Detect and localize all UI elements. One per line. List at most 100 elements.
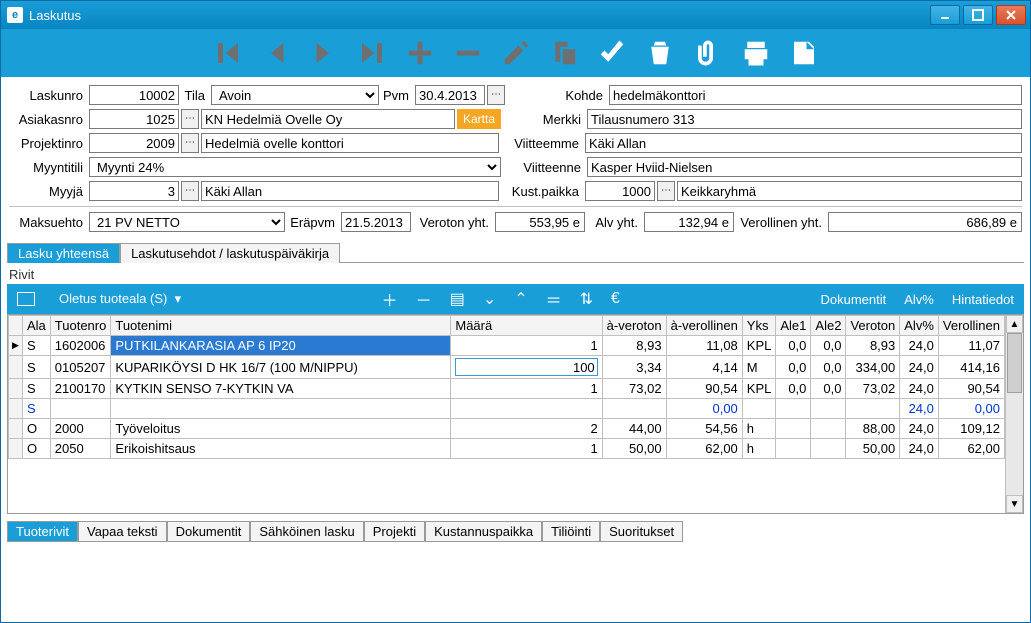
col-veroton[interactable]: Veroton	[846, 316, 900, 336]
tab-dokumentit[interactable]: Dokumentit	[167, 521, 251, 542]
myyja-nro-input[interactable]	[89, 181, 179, 201]
merkki-input[interactable]	[587, 109, 1022, 129]
col-averollinen[interactable]: à-verollinen	[666, 316, 742, 336]
row-list-icon[interactable]: ▤	[450, 289, 465, 309]
rows-grid[interactable]: Ala Tuotenro Tuotenimi Määrä à-veroton à…	[8, 315, 1005, 513]
grid-scrollbar[interactable]: ▲ ▼	[1005, 315, 1023, 513]
print-button[interactable]	[741, 38, 771, 68]
maksuehto-select[interactable]: 21 PV NETTO	[89, 212, 285, 232]
main-toolbar	[1, 29, 1030, 77]
maximize-button[interactable]	[963, 5, 993, 25]
maara-edit-input[interactable]	[455, 358, 597, 376]
remove-button[interactable]	[453, 38, 483, 68]
tab-tuoterivit[interactable]: Tuoterivit	[7, 521, 78, 542]
tab-laskutusehdot[interactable]: Laskutusehdot / laskutuspäiväkirja	[120, 243, 340, 263]
kohde-input[interactable]	[609, 85, 1022, 105]
export-button[interactable]	[789, 38, 819, 68]
tila-select[interactable]: Avoin	[211, 85, 379, 105]
table-row[interactable]: S1602006PUTKILANKARASIA AP 6 IP2018,9311…	[9, 336, 1005, 356]
tab-vapaa-teksti[interactable]: Vapaa teksti	[78, 521, 167, 542]
window-title: Laskutus	[29, 8, 930, 23]
projekti-name-input[interactable]	[201, 133, 499, 153]
tab-tiliointi[interactable]: Tiliöinti	[542, 521, 600, 542]
table-row[interactable]: S2100170KYTKIN SENSO 7-KYTKIN VA173,0290…	[9, 379, 1005, 399]
oletus-tuoteala-dropdown[interactable]: Oletus tuoteala (S) ▾	[59, 291, 181, 307]
col-averoton[interactable]: à-veroton	[602, 316, 666, 336]
summary-tabs: Lasku yhteensä Laskutusehdot / laskutusp…	[7, 242, 1024, 262]
asiakas-name-input[interactable]	[201, 109, 455, 129]
asiakasnro-label: Asiakasnro	[9, 112, 87, 127]
col-maara[interactable]: Määrä	[451, 316, 602, 336]
row-remove-button[interactable]: －	[416, 287, 432, 311]
col-ala[interactable]: Ala	[23, 316, 51, 336]
confirm-button[interactable]	[597, 38, 627, 68]
myyja-name-input[interactable]	[201, 181, 499, 201]
laskunro-input[interactable]	[89, 85, 179, 105]
table-row[interactable]: O2050Erikoishitsaus150,0062,00h50,0024,0…	[9, 439, 1005, 459]
viitteemme-input[interactable]	[585, 133, 1022, 153]
col-tuotenro[interactable]: Tuotenro	[50, 316, 111, 336]
tab-lasku-yhteensa[interactable]: Lasku yhteensä	[7, 243, 120, 263]
add-button[interactable]	[405, 38, 435, 68]
table-row[interactable]: S0,0024,00,00	[9, 399, 1005, 419]
scroll-up-button[interactable]: ▲	[1006, 315, 1023, 333]
myyja-lookup-button[interactable]: ⋯	[181, 181, 199, 201]
attach-button[interactable]	[693, 38, 723, 68]
merkki-label: Merkki	[503, 112, 585, 127]
tab-suoritukset[interactable]: Suoritukset	[600, 521, 683, 542]
app-window: e Laskutus Laskunro Tila Avoin Pvm	[0, 0, 1031, 623]
tab-projekti[interactable]: Projekti	[364, 521, 425, 542]
rows-dokumentit-link[interactable]: Dokumentit	[820, 292, 886, 307]
row-equals-button[interactable]: ＝	[546, 287, 562, 311]
rows-hintatiedot-link[interactable]: Hintatiedot	[952, 292, 1014, 307]
rows-toolbar: Oletus tuoteala (S) ▾ ＋ － ▤ ⌄ ⌃ ＝ ⇅ € Do…	[7, 284, 1024, 314]
asiakasnro-lookup-button[interactable]: ⋯	[181, 109, 199, 129]
prev-record-button[interactable]	[261, 38, 291, 68]
table-row[interactable]: O2000Työveloitus244,0054,56h88,0024,0109…	[9, 419, 1005, 439]
row-euro-button[interactable]: €	[611, 290, 620, 308]
verollinenyht-value: 686,89 e	[828, 212, 1022, 232]
rows-alv-link[interactable]: Alv%	[904, 292, 934, 307]
asiakasnro-input[interactable]	[89, 109, 179, 129]
tab-kustannuspaikka[interactable]: Kustannuspaikka	[425, 521, 542, 542]
rows-grid-wrap: Ala Tuotenro Tuotenimi Määrä à-veroton à…	[7, 314, 1024, 514]
table-row[interactable]: S0105207KUPARIKÖYSI D HK 16/7 (100 M/NIP…	[9, 356, 1005, 379]
row-add-button[interactable]: ＋	[382, 287, 398, 311]
kartta-button[interactable]: Kartta	[457, 109, 501, 129]
erapvm-input[interactable]	[341, 212, 411, 232]
row-down-button[interactable]: ⌄	[483, 289, 496, 309]
verollinenyht-label: Verollinen yht.	[736, 215, 826, 230]
tab-sahkoinen-lasku[interactable]: Sähköinen lasku	[250, 521, 363, 542]
kustpaikka-lookup-button[interactable]: ⋯	[657, 181, 675, 201]
alvyht-label: Alv yht.	[587, 215, 642, 230]
row-sort-button[interactable]: ⇅	[580, 289, 593, 309]
pvm-picker-button[interactable]: ⋯	[487, 85, 505, 105]
scroll-down-button[interactable]: ▼	[1006, 495, 1023, 513]
col-ale1[interactable]: Ale1	[776, 316, 811, 336]
col-yks[interactable]: Yks	[742, 316, 776, 336]
grid-header-row: Ala Tuotenro Tuotenimi Määrä à-veroton à…	[9, 316, 1005, 336]
kustpaikka-name-input[interactable]	[677, 181, 1022, 201]
edit-button[interactable]	[501, 38, 531, 68]
kustpaikka-nro-input[interactable]	[585, 181, 655, 201]
projektinro-input[interactable]	[89, 133, 179, 153]
last-record-button[interactable]	[357, 38, 387, 68]
col-ale2[interactable]: Ale2	[811, 316, 846, 336]
first-record-button[interactable]	[213, 38, 243, 68]
rows-window-icon[interactable]	[17, 292, 35, 306]
copy-button[interactable]	[549, 38, 579, 68]
col-tuotenimi[interactable]: Tuotenimi	[111, 316, 451, 336]
projektinro-lookup-button[interactable]: ⋯	[181, 133, 199, 153]
maksuehto-label: Maksuehto	[9, 215, 87, 230]
minimize-button[interactable]	[930, 5, 960, 25]
next-record-button[interactable]	[309, 38, 339, 68]
myyntitili-select[interactable]: Myynti 24%	[89, 157, 501, 177]
col-alv[interactable]: Alv%	[900, 316, 939, 336]
pvm-input[interactable]	[415, 85, 485, 105]
col-verollinen[interactable]: Verollinen	[938, 316, 1004, 336]
close-button[interactable]	[996, 5, 1026, 25]
row-up-button[interactable]: ⌃	[514, 289, 527, 309]
trash-button[interactable]	[645, 38, 675, 68]
scroll-thumb[interactable]	[1007, 333, 1022, 393]
viitteenne-input[interactable]	[587, 157, 1022, 177]
